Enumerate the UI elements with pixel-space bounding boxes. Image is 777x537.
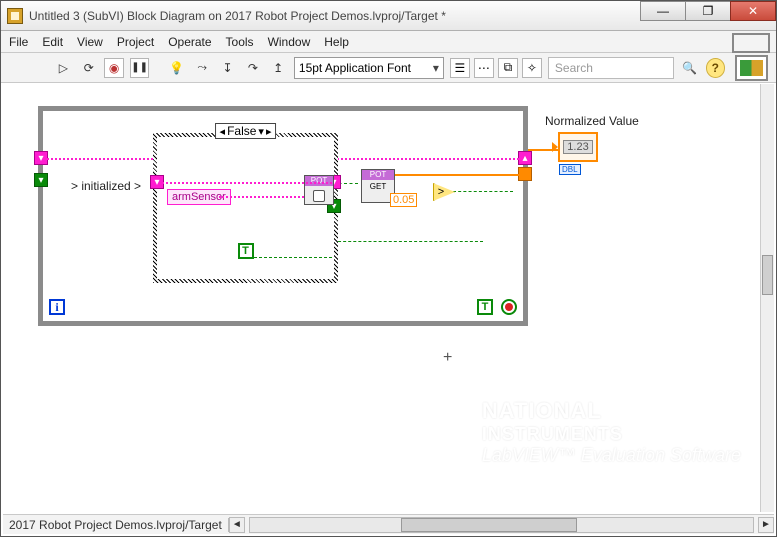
indicator-value: 1.23 [563,140,592,154]
case-frame: armSensor POT T [159,139,332,277]
status-path: 2017 Robot Project Demos.lvproj/Target [3,518,229,532]
close-button[interactable]: ✕ [730,1,776,21]
while-loop[interactable]: > initialized > i T POT GET 0.05 > ◂ Fal… [38,106,528,326]
stop-true-constant[interactable]: T [477,299,493,315]
menu-file[interactable]: File [9,35,28,49]
menu-operate[interactable]: Operate [168,35,211,49]
case-prev-icon[interactable]: ◂ [220,125,226,138]
menu-edit[interactable]: Edit [42,35,63,49]
wire-pink [333,158,523,160]
initialized-label: > initialized > [71,179,141,193]
case-dropdown-icon[interactable]: ▾ [258,125,264,138]
step-into-button[interactable] [218,58,237,78]
case-structure[interactable]: ◂ False ▾ ▸ armSensor POT T [153,133,338,283]
highlight-execution-button[interactable] [167,58,186,78]
dbl-type-icon: DBL [559,164,581,175]
vertical-scroll-thumb[interactable] [762,255,773,295]
pot-open-vi[interactable]: POT [304,175,334,205]
align-objects-button[interactable]: ☰ [450,58,470,78]
wire-orange [393,174,523,176]
search-placeholder: Search [555,61,593,75]
distribute-objects-button[interactable]: ⋯ [474,58,494,78]
help-button[interactable]: ? [706,58,725,78]
case-next-icon[interactable]: ▸ [266,125,272,138]
step-out-button[interactable] [269,58,288,78]
wire-pink [219,196,304,198]
pot-get-label: GET [362,180,394,191]
case-value: False [227,124,256,138]
menu-view[interactable]: View [77,35,103,49]
font-selector-label: 15pt Application Font [299,61,411,75]
cleanup-button[interactable]: ✧ [522,58,542,78]
tunnel-bool-in[interactable] [34,173,48,187]
abort-button[interactable] [104,58,123,78]
hscroll-left-button[interactable]: ◄ [229,517,245,533]
toolbar: 15pt Application Font ☰ ⋯ ⧉ ✧ Search ? [1,53,776,83]
normalized-value-indicator[interactable]: 1.23 [558,132,598,162]
menu-window[interactable]: Window [268,35,311,49]
vi-icon[interactable] [735,55,768,81]
run-continuous-button[interactable] [79,58,98,78]
menu-bar: File Edit View Project Operate Tools Win… [1,31,776,53]
menu-help[interactable]: Help [324,35,349,49]
maximize-button[interactable]: ❐ [685,1,731,21]
pause-button[interactable] [130,58,149,78]
case-true-constant[interactable]: T [238,243,254,259]
status-bar: 2017 Robot Project Demos.lvproj/Target ◄… [3,514,774,534]
pot-get-header: POT [362,170,394,180]
window-titlebar: Untitled 3 (SubVI) Block Diagram on 2017… [1,1,776,31]
normalized-value-label: Normalized Value [545,114,639,128]
reorder-button[interactable]: ⧉ [498,58,518,78]
iteration-terminal[interactable]: i [49,299,65,315]
minimize-button[interactable]: — [640,1,686,21]
loop-condition-terminal[interactable] [501,299,517,315]
vertical-scrollbar[interactable] [760,84,774,512]
hscroll-right-button[interactable]: ► [758,517,774,533]
greater-than-node[interactable]: > [433,183,455,201]
watermark: NATIONAL INSTRUMENTS LabVIEW™ Evaluation… [482,398,741,466]
run-button[interactable] [54,58,73,78]
step-over-button[interactable] [243,58,262,78]
pot-open-body-icon [305,186,333,205]
horizontal-scroll-thumb[interactable] [401,518,577,532]
block-diagram-canvas[interactable]: Normalized Value 1.23 DBL > initialized … [3,84,761,506]
retain-wire-values-button[interactable] [192,58,211,78]
threshold-constant[interactable]: 0.05 [390,193,417,207]
wire-pink [43,158,153,160]
window-title: Untitled 3 (SubVI) Block Diagram on 2017… [29,9,446,23]
menu-tools[interactable]: Tools [226,35,254,49]
wire-green [333,241,483,242]
search-icon[interactable] [680,58,699,78]
search-input[interactable]: Search [548,57,674,79]
pot-open-header: POT [305,176,333,186]
wire-green [249,257,332,258]
app-icon [7,8,23,24]
cursor-crosshair-icon: + [443,349,452,367]
menu-project[interactable]: Project [117,35,154,49]
horizontal-scrollbar[interactable] [249,517,754,533]
wire-pink [159,182,332,184]
wire-green [453,191,513,192]
font-selector[interactable]: 15pt Application Font [294,57,444,79]
case-selector[interactable]: ◂ False ▾ ▸ [215,123,277,139]
